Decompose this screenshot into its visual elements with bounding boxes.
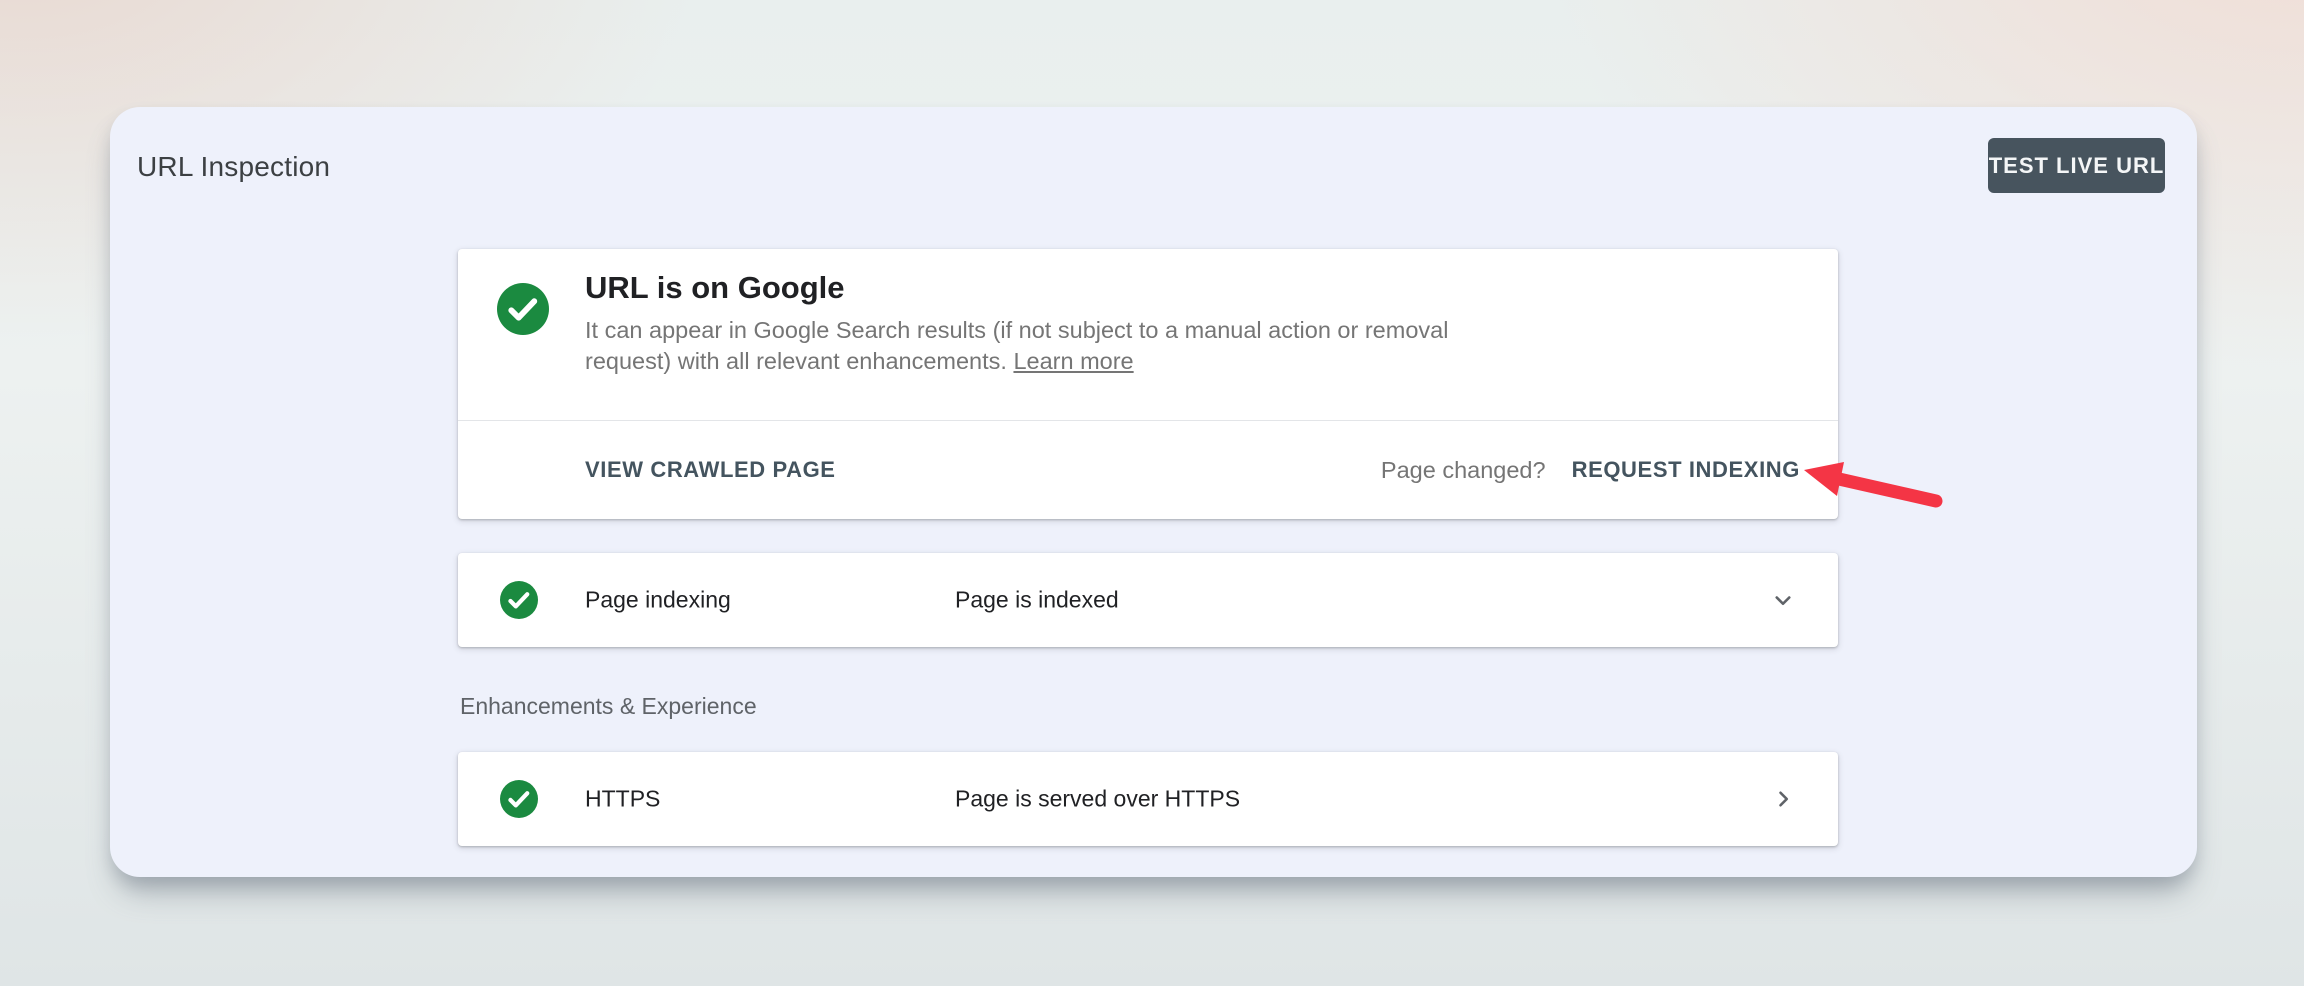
chevron-down-icon[interactable]: [1768, 585, 1798, 615]
verdict-description: It can appear in Google Search results (…: [585, 315, 1525, 377]
https-card[interactable]: HTTPS Page is served over HTTPS: [458, 752, 1838, 846]
https-status: Page is served over HTTPS: [955, 786, 1240, 813]
main-panel: URL Inspection TEST LIVE URL URL is on G…: [110, 107, 2197, 877]
section-label-enhancements: Enhancements & Experience: [460, 693, 757, 720]
test-live-url-button[interactable]: TEST LIVE URL: [1988, 138, 2165, 193]
verdict-actions-bar: VIEW CRAWLED PAGE Page changed? REQUEST …: [458, 420, 1838, 519]
verdict-title: URL is on Google: [585, 270, 845, 306]
page-changed-label: Page changed?: [1381, 457, 1546, 484]
learn-more-link[interactable]: Learn more: [1013, 348, 1133, 374]
view-crawled-page-link[interactable]: VIEW CRAWLED PAGE: [585, 457, 836, 483]
page-indexing-status: Page is indexed: [955, 587, 1119, 614]
check-circle-icon: [497, 283, 549, 335]
test-live-url-label: TEST LIVE URL: [1989, 153, 2165, 179]
check-circle-icon: [500, 581, 538, 619]
check-circle-icon: [500, 780, 538, 818]
page-indexing-label: Page indexing: [585, 587, 731, 614]
chevron-right-icon[interactable]: [1768, 784, 1798, 814]
page-indexing-card[interactable]: Page indexing Page is indexed: [458, 553, 1838, 647]
page-title: URL Inspection: [137, 151, 330, 183]
request-indexing-link[interactable]: REQUEST INDEXING: [1572, 457, 1800, 483]
verdict-card: URL is on Google It can appear in Google…: [458, 249, 1838, 519]
https-label: HTTPS: [585, 786, 660, 813]
page-background: URL Inspection TEST LIVE URL URL is on G…: [0, 0, 2304, 986]
